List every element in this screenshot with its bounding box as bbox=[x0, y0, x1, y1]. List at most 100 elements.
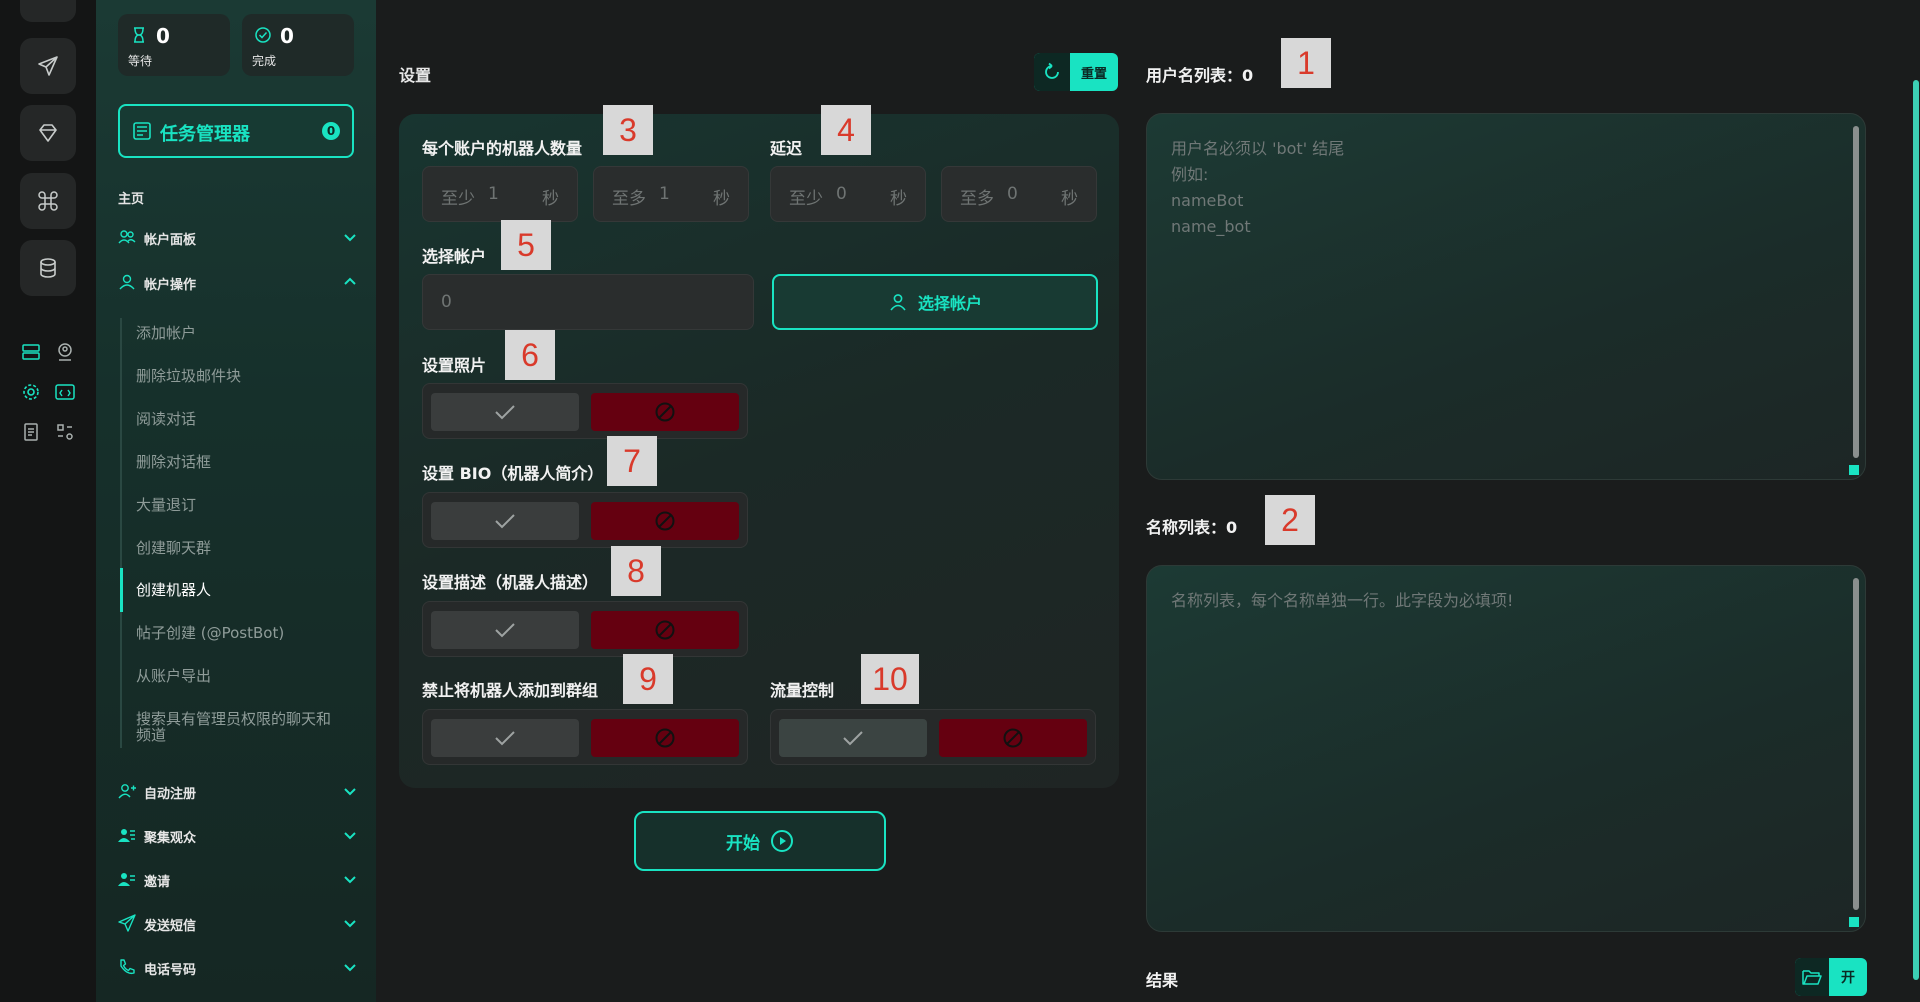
section-account-panel[interactable]: 帐户面板 bbox=[118, 223, 358, 251]
section-phone-numbers[interactable]: 电话号码 bbox=[118, 953, 358, 981]
chevron-down-icon bbox=[344, 920, 356, 928]
disable-option[interactable] bbox=[591, 502, 739, 540]
chevron-up-icon bbox=[344, 277, 356, 285]
resize-handle[interactable] bbox=[1849, 465, 1859, 475]
task-manager-button[interactable]: 任务管理器 0 bbox=[118, 104, 354, 158]
submenu-item-delete-dialogs[interactable]: 删除对话框 bbox=[136, 454, 356, 470]
start-button[interactable]: 开始 bbox=[634, 811, 886, 871]
names-placeholder: 名称列表，每个名称单独一行。此字段为必填项! bbox=[1171, 591, 1514, 610]
set-photo-label: 设置照片 bbox=[422, 356, 487, 375]
min-value: 1 bbox=[488, 184, 499, 204]
section-gather-audience[interactable]: 聚集观众 bbox=[118, 821, 358, 849]
ban-icon bbox=[655, 620, 675, 640]
disable-option[interactable] bbox=[591, 611, 739, 649]
submenu-item-read-dialogs[interactable]: 阅读对话 bbox=[136, 411, 356, 427]
section-auto-register[interactable]: 自动注册 bbox=[118, 777, 358, 805]
rail-database-button[interactable] bbox=[20, 240, 76, 296]
submenu-item-create-bot[interactable]: 创建机器人 bbox=[136, 582, 356, 598]
server-icon[interactable] bbox=[19, 340, 43, 364]
waiting-count: 0 bbox=[156, 24, 170, 48]
marker-5: 5 bbox=[501, 220, 551, 270]
enable-option[interactable] bbox=[431, 393, 579, 431]
disable-option[interactable] bbox=[591, 719, 739, 757]
submenu-item-search-admin-chats[interactable]: 搜索具有管理员权限的聊天和频道 bbox=[136, 711, 336, 743]
max-unit: 秒 bbox=[713, 189, 730, 209]
page-scrollbar-thumb[interactable] bbox=[1913, 80, 1919, 980]
submenu-item-create-chat-group[interactable]: 创建聊天群 bbox=[136, 540, 356, 556]
rail-profile-button[interactable] bbox=[20, 0, 76, 22]
set-bio-toggle bbox=[422, 492, 748, 548]
min-value: 0 bbox=[836, 184, 847, 204]
sidebar: 0 等待 0 完成 任务管理器 0 主页 帐户面板 帐户操作 添加帐户 删除垃圾… bbox=[96, 0, 376, 1002]
flow-control-label: 流量控制 bbox=[770, 681, 835, 700]
section-send-sms[interactable]: 发送短信 bbox=[118, 909, 358, 937]
location-user-icon[interactable] bbox=[53, 340, 77, 364]
disable-option[interactable] bbox=[591, 393, 739, 431]
names-textarea[interactable]: 名称列表，每个名称单独一行。此字段为必填项! bbox=[1146, 565, 1866, 932]
textarea-scrollbar[interactable] bbox=[1853, 578, 1859, 910]
code-window-icon[interactable] bbox=[53, 380, 77, 404]
check-icon bbox=[495, 514, 515, 529]
submenu-item-add-account[interactable]: 添加帐户 bbox=[136, 325, 356, 341]
delay-max-input[interactable]: 至多 0 秒 bbox=[941, 166, 1097, 222]
resize-handle[interactable] bbox=[1849, 917, 1859, 927]
send-icon bbox=[118, 914, 136, 932]
usernames-textarea[interactable]: 用户名必须以 'bot' 结尾 例如: nameBot name_bot bbox=[1146, 113, 1866, 480]
select-account-button[interactable]: 选择帐户 bbox=[772, 274, 1098, 330]
max-prefix: 至多 bbox=[960, 189, 994, 209]
user-plus-icon bbox=[118, 784, 136, 799]
enable-option[interactable] bbox=[431, 502, 579, 540]
shapes-icon[interactable] bbox=[53, 420, 77, 444]
document-icon[interactable] bbox=[19, 420, 43, 444]
section-label: 发送短信 bbox=[144, 919, 197, 934]
rail-send-button[interactable] bbox=[20, 38, 76, 94]
enable-option[interactable] bbox=[779, 719, 927, 757]
section-account-operations[interactable]: 帐户操作 bbox=[118, 268, 358, 296]
task-manager-badge: 0 bbox=[322, 122, 340, 140]
section-label: 帐户面板 bbox=[144, 233, 197, 248]
bots-min-input[interactable]: 至少 1 秒 bbox=[422, 166, 578, 222]
section-label: 电话号码 bbox=[144, 963, 197, 978]
ban-icon bbox=[655, 511, 675, 531]
submenu-item-export-from-account[interactable]: 从账户导出 bbox=[136, 668, 356, 684]
section-label: 自动注册 bbox=[144, 787, 197, 802]
user-icon bbox=[890, 294, 906, 311]
settings-card: 每个账户的机器人数量 至少 1 秒 至多 1 秒 延迟 至少 0 秒 至多 0 … bbox=[399, 114, 1119, 788]
min-prefix: 至少 bbox=[789, 189, 823, 209]
folder-open-icon bbox=[1802, 970, 1822, 985]
submenu-active-indicator bbox=[120, 568, 123, 612]
diamond-icon bbox=[39, 124, 57, 142]
bots-max-input[interactable]: 至多 1 秒 bbox=[593, 166, 749, 222]
check-icon bbox=[495, 731, 515, 746]
marker-4: 4 bbox=[821, 105, 871, 155]
section-label: 聚集观众 bbox=[144, 831, 197, 846]
marker-9: 9 bbox=[623, 654, 673, 704]
command-icon bbox=[38, 191, 58, 211]
rail-diamond-button[interactable] bbox=[20, 105, 76, 161]
forbid-groups-toggle bbox=[422, 709, 748, 765]
marker-2: 2 bbox=[1265, 495, 1315, 545]
delay-min-input[interactable]: 至少 0 秒 bbox=[770, 166, 926, 222]
textarea-scrollbar[interactable] bbox=[1853, 126, 1859, 458]
min-unit: 秒 bbox=[542, 189, 559, 209]
section-invite[interactable]: 邀请 bbox=[118, 865, 358, 893]
account-count-input[interactable]: 0 bbox=[422, 274, 754, 330]
ban-icon bbox=[655, 728, 675, 748]
enable-option[interactable] bbox=[431, 719, 579, 757]
rail-command-button[interactable] bbox=[20, 173, 76, 229]
disable-option[interactable] bbox=[939, 719, 1087, 757]
reset-button[interactable]: 重置 bbox=[1034, 53, 1118, 91]
submenu-item-post-creation[interactable]: 帖子创建 (@PostBot) bbox=[136, 625, 356, 641]
settings-gear-icon[interactable] bbox=[19, 380, 43, 404]
enable-option[interactable] bbox=[431, 611, 579, 649]
submenu-item-mass-unsubscribe[interactable]: 大量退订 bbox=[136, 497, 356, 513]
audience-icon bbox=[118, 829, 135, 842]
open-folder-button[interactable]: 开 bbox=[1795, 958, 1867, 996]
play-circle-icon bbox=[771, 830, 793, 852]
page-scrollbar[interactable] bbox=[1912, 0, 1920, 1002]
submenu-item-remove-spam-block[interactable]: 删除垃圾邮件块 bbox=[136, 368, 356, 384]
ban-icon bbox=[655, 402, 675, 422]
settings-title: 设置 bbox=[399, 66, 432, 85]
set-bio-label: 设置 BIO（机器人简介） bbox=[422, 464, 604, 483]
submenu-track bbox=[120, 318, 122, 748]
